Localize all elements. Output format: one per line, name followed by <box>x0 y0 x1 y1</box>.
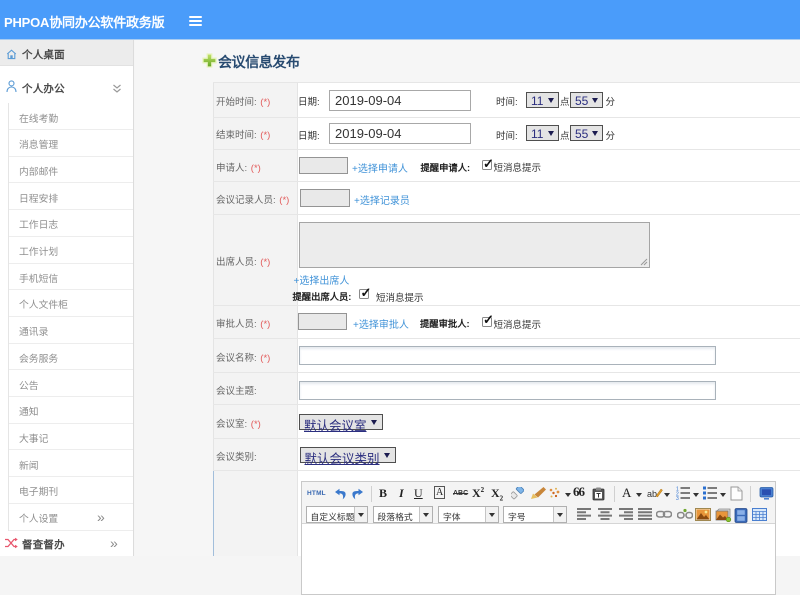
svg-text:ab: ab <box>647 489 657 499</box>
svg-text:3: 3 <box>676 496 679 500</box>
